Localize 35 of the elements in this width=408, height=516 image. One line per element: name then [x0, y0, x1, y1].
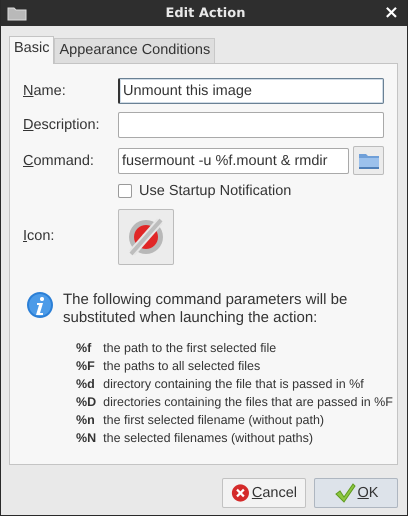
parameter-code: %F [76, 358, 96, 375]
checkbox[interactable] [118, 184, 132, 198]
parameter-description: the first selected filename (without path) [103, 412, 326, 429]
field-label: Description: [23, 117, 101, 133]
parameter-description: the path to the first selected file [103, 340, 278, 357]
parameter-code: %N [76, 430, 96, 447]
ok-button[interactable]: OK [314, 478, 398, 508]
close-button[interactable]: × [384, 3, 399, 23]
browse-button[interactable] [353, 146, 384, 175]
parameter-description: the paths to all selected files [103, 358, 262, 375]
tab[interactable]: Basic [9, 36, 54, 64]
parameter-code: %d [76, 376, 96, 393]
field-label: Name: [23, 83, 67, 99]
folder-icon [358, 152, 380, 170]
icon-button[interactable] [118, 209, 174, 265]
input-field[interactable]: fusermount -u %f.mount & rmdir [118, 148, 349, 174]
window-title: Edit Action [164, 6, 246, 20]
cancel-icon [231, 482, 250, 504]
input-field[interactable] [118, 112, 384, 138]
input-field[interactable]: Unmount this image [118, 78, 384, 104]
parameter-code: %D [76, 394, 96, 411]
field-label: Icon: [23, 228, 56, 244]
cancel-button[interactable]: Cancel [222, 478, 306, 508]
checkmark-icon [334, 482, 356, 504]
parameter-description: the selected filenames (without paths) [103, 430, 314, 447]
parameter-code: %n [76, 412, 96, 429]
folder-icon [7, 5, 27, 21]
field-label: Command: [23, 152, 95, 168]
tab[interactable]: Appearance Conditions [54, 38, 216, 63]
parameter-code: %f [76, 340, 92, 357]
checkbox-label[interactable]: Use Startup Notification [139, 183, 292, 199]
info-text: The following command parameters will be substituted when launching the action: [63, 291, 348, 327]
parameter-description: directories containing the files that are passed in %F [103, 394, 393, 411]
info-icon [26, 291, 54, 319]
parameter-description: directory containing the file that is passed in %f [103, 376, 365, 393]
